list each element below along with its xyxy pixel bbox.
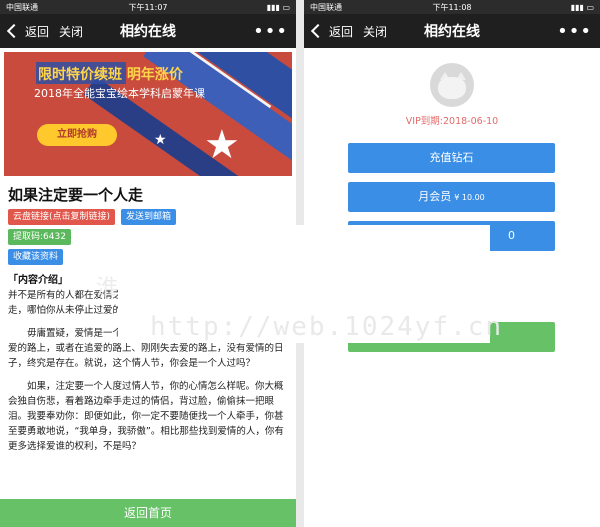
action-row: 云盘链接(点击复制链接) 发送到邮箱 bbox=[8, 209, 288, 225]
more-icon[interactable]: ••• bbox=[557, 21, 592, 42]
chevron-left-icon bbox=[6, 23, 22, 39]
save-resource-button[interactable]: 收藏该资料 bbox=[8, 249, 64, 265]
clock: 下午11:07 bbox=[128, 2, 168, 12]
promo-banner[interactable]: ★ ★ 限时特价续班 明年涨价 2018年全能宝宝绘本学科启蒙年课 立即抢购 bbox=[4, 52, 292, 176]
status-bar: 中国联通 下午11:07 ▮▮▮ ▭ bbox=[0, 0, 296, 14]
back-label: 返回 bbox=[329, 24, 354, 39]
recharge-label: 充值钻石 bbox=[429, 151, 474, 164]
battery-icon: ▮▮▮ ▭ bbox=[570, 2, 595, 12]
recharge-button[interactable]: 充值钻石 bbox=[348, 143, 555, 173]
home-button[interactable]: 返回首页 bbox=[0, 499, 296, 527]
article-paragraph: 如果，注定要一个人度过情人节，你的心情怎么样呢。你大概会独自伤悲，看着路边牵手走… bbox=[8, 381, 284, 452]
send-email-button[interactable]: 发送到邮箱 bbox=[121, 209, 177, 225]
clock: 下午11:08 bbox=[432, 2, 472, 12]
nav-bar: 返回 关闭 相约在线 ••• bbox=[0, 14, 296, 48]
battery-icon: ▮▮▮ ▭ bbox=[266, 2, 291, 12]
monthly-price: ¥ 10.00 bbox=[454, 193, 485, 202]
back-button[interactable]: 返回 bbox=[310, 23, 353, 40]
star-icon: ★ bbox=[154, 132, 167, 148]
back-button[interactable]: 返回 bbox=[6, 23, 49, 40]
carrier-label: 中国联通 bbox=[310, 2, 342, 12]
status-bar: 中国联通 下午11:08 ▮▮▮ ▭ bbox=[304, 0, 600, 14]
close-button[interactable]: 关闭 bbox=[363, 23, 387, 40]
cat-avatar-icon bbox=[438, 77, 466, 99]
hidden-price: 0 bbox=[508, 229, 515, 242]
avatar[interactable] bbox=[430, 63, 474, 107]
banner-headline: 限时特价续班 明年涨价 bbox=[38, 67, 183, 83]
close-button[interactable]: 关闭 bbox=[59, 23, 83, 40]
extract-code-badge[interactable]: 提取码:6432 bbox=[8, 229, 71, 245]
back-label: 返回 bbox=[25, 24, 50, 39]
chevron-left-icon bbox=[310, 23, 326, 39]
vip-expiry: VIP到期:2018-06-10 bbox=[405, 116, 499, 127]
monthly-label: 月会员 bbox=[418, 190, 452, 203]
article-title: 如果注定要一个人走 bbox=[8, 186, 144, 204]
cloud-link-button[interactable]: 云盘链接(点击复制链接) bbox=[8, 209, 116, 225]
buy-now-button[interactable]: 立即抢购 bbox=[37, 124, 117, 146]
monthly-member-button[interactable]: 月会员 ¥ 10.00 bbox=[348, 182, 555, 212]
blank-overlay bbox=[118, 225, 490, 343]
star-icon: ★ bbox=[204, 122, 240, 168]
banner-subline: 2018年全能宝宝绘本学科启蒙年课 bbox=[34, 87, 205, 100]
carrier-label: 中国联通 bbox=[6, 2, 38, 12]
more-icon[interactable]: ••• bbox=[253, 21, 288, 42]
nav-bar: 返回 关闭 相约在线 ••• bbox=[304, 14, 600, 48]
